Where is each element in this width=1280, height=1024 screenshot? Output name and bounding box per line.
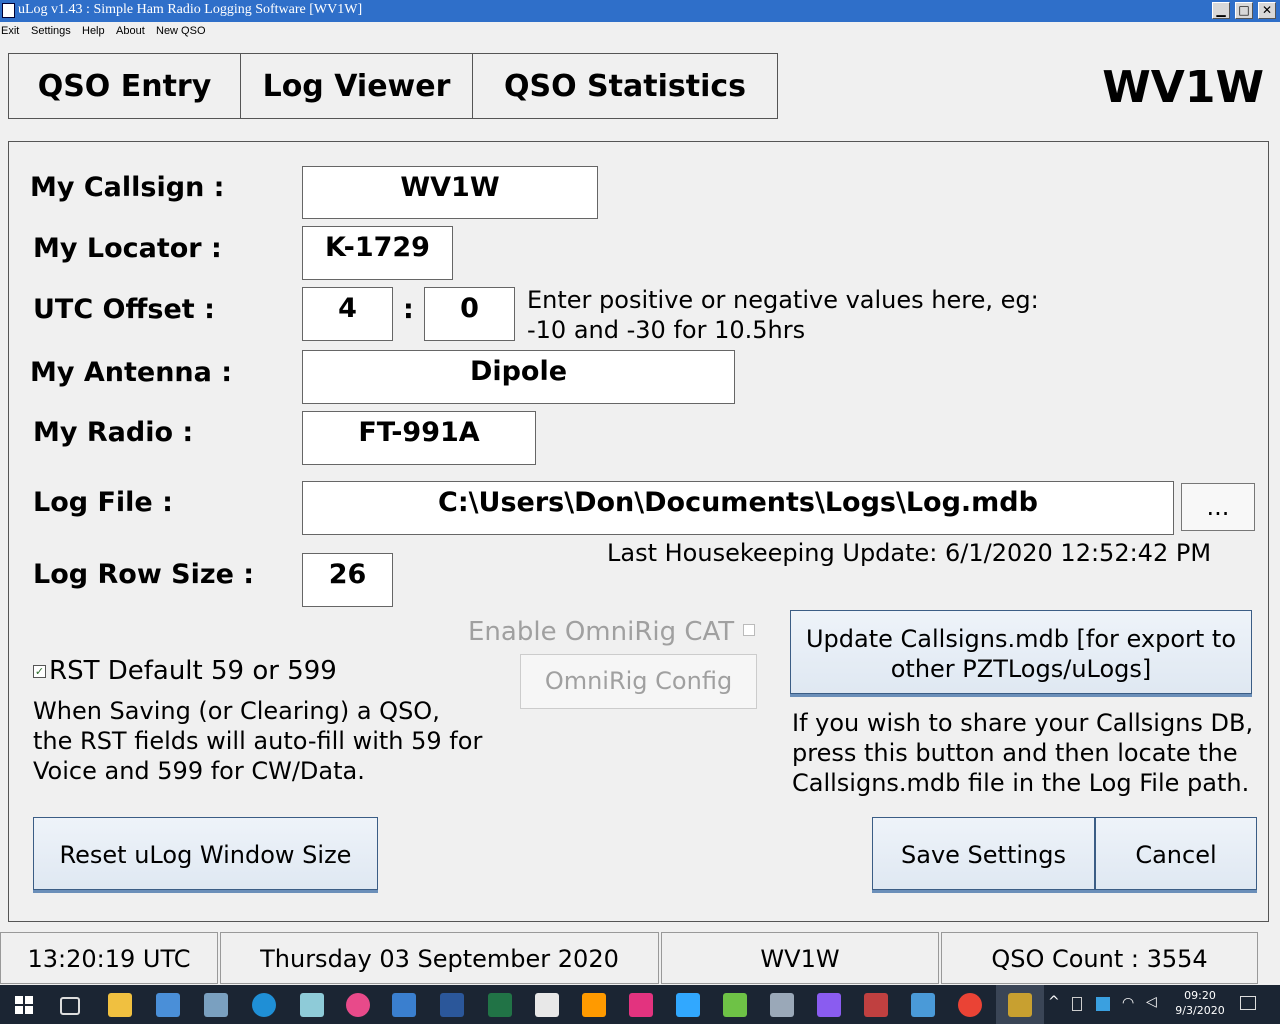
app-icon — [2, 3, 15, 18]
task-view-icon[interactable] — [60, 997, 80, 1015]
tray-chevron-icon[interactable]: ^ — [1048, 994, 1060, 1010]
wifi-icon[interactable]: ◠ — [1122, 995, 1134, 1011]
log-file-field[interactable]: C:\Users\Don\Documents\Logs\Log.mdb — [302, 481, 1174, 535]
radio-label: My Radio : — [33, 417, 194, 448]
rst-desc-line-1: When Saving (or Clearing) a QSO, — [33, 697, 440, 725]
illustrator-icon[interactable] — [582, 993, 606, 1017]
omnirig-enable-checkbox[interactable] — [743, 624, 755, 636]
utc-offset-label: UTC Offset : — [33, 294, 215, 325]
utc-minutes-field[interactable]: 0 — [424, 287, 515, 341]
acrobat-icon[interactable] — [535, 993, 559, 1017]
usb-icon[interactable] — [1072, 997, 1082, 1011]
taskbar: ^ ◠ ◁ 09:20 9/3/2020 — [0, 985, 1280, 1024]
housekeeping-text: Last Housekeeping Update: 6/1/2020 12:52… — [607, 539, 1212, 567]
utc-separator: : — [403, 294, 414, 325]
omnirig-config-button[interactable]: OmniRig Config — [520, 654, 757, 709]
app-window-icon[interactable] — [156, 993, 180, 1017]
notifications-icon[interactable] — [1240, 996, 1256, 1010]
notes-app-icon[interactable] — [300, 993, 324, 1017]
rst-default-label: RST Default 59 or 599 — [49, 656, 337, 686]
utc-hours-field[interactable]: 4 — [302, 287, 393, 341]
rst-desc-line-2: the RST fields will auto-fill with 59 fo… — [33, 727, 483, 755]
menu-settings[interactable]: Settings — [31, 25, 71, 37]
clock-time: 09:20 — [1184, 989, 1216, 1002]
share-line-2: press this button and then locate the — [792, 739, 1238, 767]
menu-help[interactable]: Help — [82, 25, 105, 37]
callsign-label: My Callsign : — [30, 172, 225, 203]
title-bar: uLog v1.43 : Simple Ham Radio Logging So… — [0, 0, 1280, 22]
radio-field[interactable]: FT-991A — [302, 411, 536, 465]
tab-qso-entry[interactable]: QSO Entry — [8, 53, 241, 119]
3d-app-icon[interactable] — [770, 993, 794, 1017]
status-utc-time: 13:20:19 UTC — [0, 932, 218, 984]
music-app-icon[interactable] — [346, 993, 370, 1017]
clock-date: 9/3/2020 — [1175, 1004, 1225, 1017]
update-callsigns-button[interactable]: Update Callsigns.mdb [for export to othe… — [790, 610, 1252, 694]
clock[interactable]: 09:20 9/3/2020 — [1168, 988, 1232, 1018]
volume-icon[interactable]: ◁ — [1146, 994, 1157, 1010]
word-icon[interactable] — [440, 993, 464, 1017]
row-size-label: Log Row Size : — [33, 559, 255, 590]
menu-about[interactable]: About — [116, 25, 145, 37]
log-file-label: Log File : — [33, 487, 173, 518]
cancel-button[interactable]: Cancel — [1095, 817, 1257, 890]
window-title: uLog v1.43 : Simple Ham Radio Logging So… — [18, 2, 363, 17]
row-size-field[interactable]: 26 — [302, 553, 393, 607]
edge-browser-icon[interactable] — [252, 993, 276, 1017]
antenna-field[interactable]: Dipole — [302, 350, 735, 404]
menu-new-qso[interactable]: New QSO — [156, 25, 206, 37]
share-line-1: If you wish to share your Callsigns DB, — [792, 709, 1254, 737]
ulog-app-icon — [1008, 993, 1032, 1017]
status-date: Thursday 03 September 2020 — [220, 932, 659, 984]
tab-log-viewer[interactable]: Log Viewer — [240, 53, 473, 119]
utility-app-icon[interactable] — [392, 993, 416, 1017]
photoshop-icon[interactable] — [676, 993, 700, 1017]
calculator-icon[interactable] — [204, 993, 228, 1017]
indesign-icon[interactable] — [629, 993, 653, 1017]
utc-hint-line-1: Enter positive or negative values here, … — [527, 286, 1039, 314]
omnirig-enable-label: Enable OmniRig CAT — [468, 617, 735, 647]
ulog-taskbar-button[interactable] — [996, 985, 1044, 1024]
locator-field[interactable]: K-1729 — [302, 226, 453, 280]
menu-bar: Exit Settings Help About New QSO — [0, 22, 1280, 42]
network-app-icon[interactable] — [864, 993, 888, 1017]
close-button[interactable]: ✕ — [1258, 2, 1276, 19]
callsign-field[interactable]: WV1W — [302, 166, 598, 219]
chat-app-icon[interactable] — [911, 993, 935, 1017]
reset-window-size-button[interactable]: Reset uLog Window Size — [33, 817, 378, 890]
maximize-button[interactable]: □ — [1235, 2, 1253, 19]
utc-hint-line-2: -10 and -30 for 10.5hrs — [527, 316, 806, 344]
menu-exit[interactable]: Exit — [1, 25, 19, 37]
dreamweaver-icon[interactable] — [723, 993, 747, 1017]
update-callsigns-line-2: other PZTLogs/uLogs] — [890, 655, 1152, 683]
save-settings-button[interactable]: Save Settings — [872, 817, 1095, 890]
update-callsigns-line-1: Update Callsigns.mdb [for export to — [805, 625, 1237, 653]
chrome-icon[interactable] — [958, 993, 982, 1017]
tray-app-icon[interactable] — [1096, 997, 1110, 1011]
browse-button[interactable]: ... — [1181, 483, 1255, 531]
share-line-3: Callsigns.mdb file in the Log File path. — [792, 769, 1250, 797]
triangle-app-icon[interactable] — [817, 993, 841, 1017]
status-qso-count: QSO Count : 3554 — [941, 932, 1258, 984]
excel-icon[interactable] — [488, 993, 512, 1017]
rst-desc-line-3: Voice and 599 for CW/Data. — [33, 757, 365, 785]
antenna-label: My Antenna : — [30, 357, 233, 388]
rst-default-checkbox[interactable]: ✓ — [33, 665, 46, 678]
minimize-button[interactable]: ▁ — [1212, 2, 1230, 19]
locator-label: My Locator : — [33, 233, 222, 264]
tab-qso-statistics[interactable]: QSO Statistics — [472, 53, 778, 119]
header-callsign: WV1W — [1102, 62, 1264, 113]
file-explorer-icon[interactable] — [108, 993, 132, 1017]
windows-start-icon[interactable] — [15, 996, 33, 1014]
status-callsign: WV1W — [661, 932, 939, 984]
